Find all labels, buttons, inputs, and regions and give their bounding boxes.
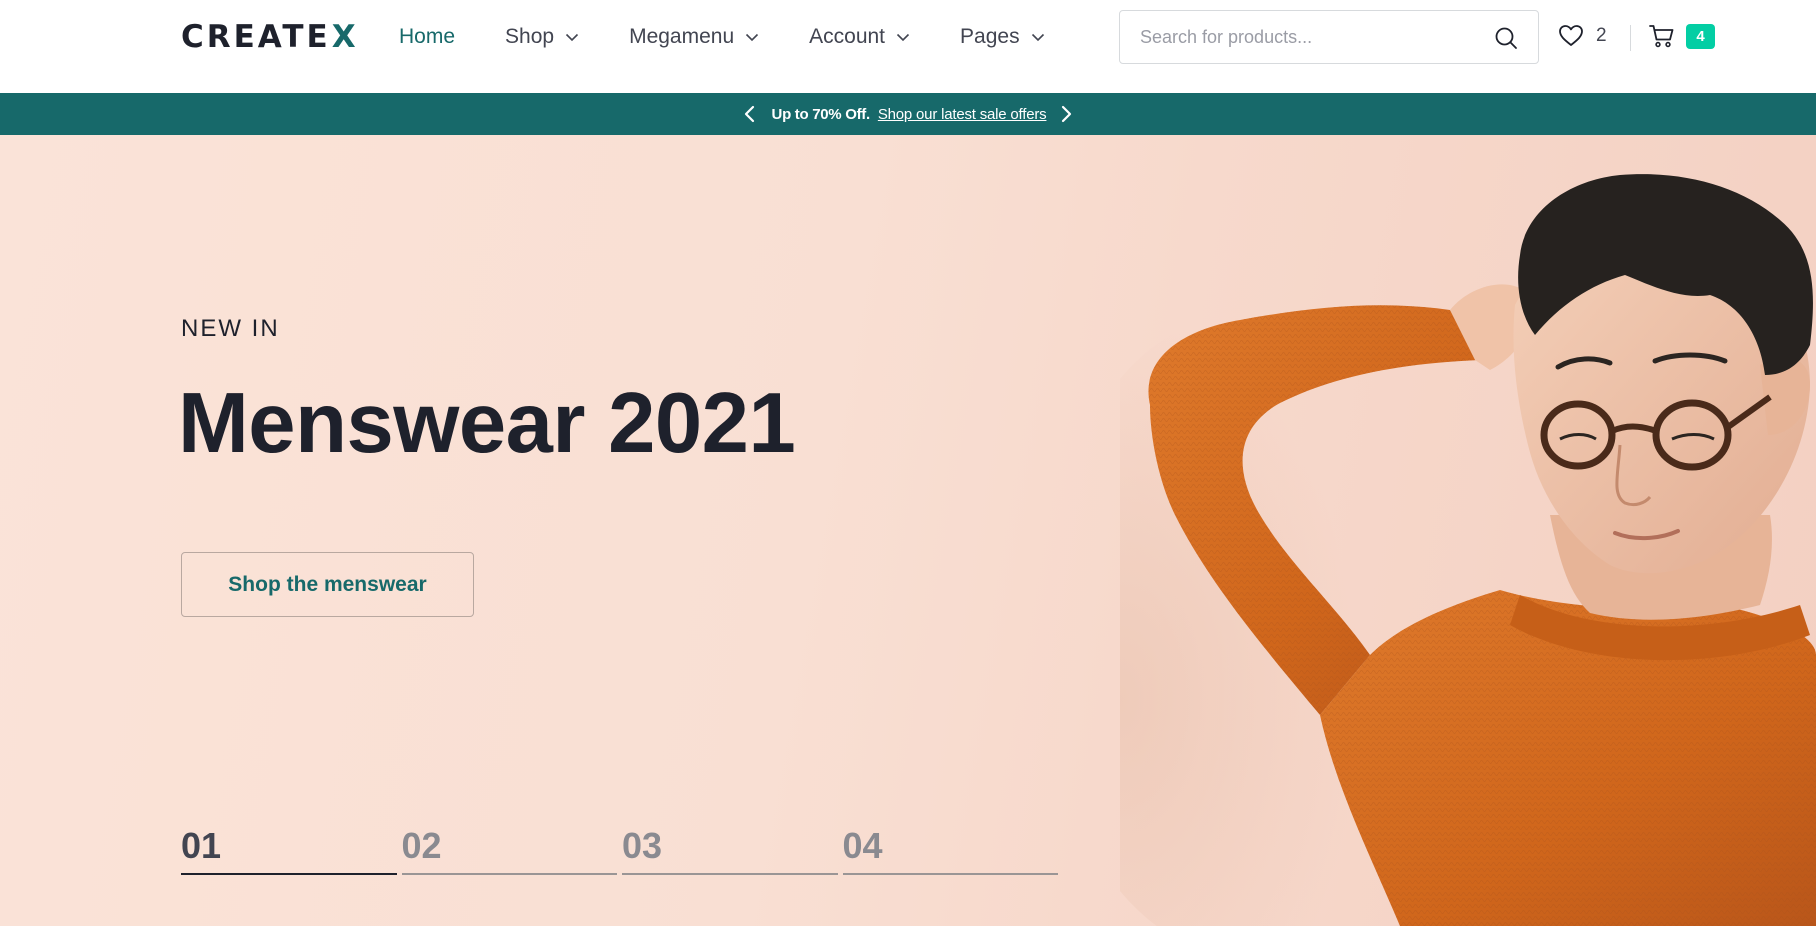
wishlist-count: 2 (1596, 25, 1607, 46)
chevron-down-icon (566, 33, 579, 42)
slide-tab-04[interactable]: 04 (842, 825, 1058, 875)
logo[interactable]: CREATE X (181, 19, 359, 55)
wishlist-button[interactable]: 2 (1558, 23, 1607, 49)
nav-item-pages[interactable]: Pages (960, 25, 1045, 49)
cart-icon (1649, 25, 1674, 48)
hero-eyebrow: NEW IN (181, 315, 280, 342)
hero-title: Menswear 2021 (178, 376, 796, 471)
search-box (1119, 10, 1539, 64)
slide-tab-number: 01 (181, 825, 222, 866)
site-header: CREATE X Home Shop Megamenu Account Pages… (0, 0, 1816, 93)
nav-item-label: Megamenu (629, 25, 735, 48)
logo-accent: X (331, 19, 359, 55)
shop-menswear-button[interactable]: Shop the menswear (181, 552, 474, 617)
nav-item-shop[interactable]: Shop (505, 25, 579, 49)
hero-model-image (1120, 174, 1816, 926)
slide-tab-03[interactable]: 03 (622, 825, 838, 875)
slide-tab-02[interactable]: 02 (401, 825, 617, 875)
slide-tab-number: 04 (842, 825, 883, 866)
header-divider (1630, 25, 1631, 51)
promo-link[interactable]: Shop our latest sale offers (878, 106, 1047, 123)
slide-progress-bar (622, 873, 838, 875)
nav-item-label: Account (809, 25, 886, 48)
chevron-down-icon (896, 33, 910, 42)
main-nav: Home Shop Megamenu Account Pages (399, 18, 1095, 56)
promo-headline: Up to 70% Off. (771, 105, 871, 123)
chevron-left-icon[interactable] (742, 105, 758, 123)
hero-slider: NEW IN Menswear 2021 Shop the menswear 0… (0, 135, 1816, 926)
heart-icon (1559, 25, 1583, 46)
nav-item-account[interactable]: Account (809, 25, 910, 49)
nav-item-megamenu[interactable]: Megamenu (629, 25, 759, 49)
slide-pagination: 01 02 03 04 (181, 825, 1063, 875)
chevron-down-icon (746, 33, 759, 42)
slide-tab-number: 02 (401, 825, 442, 866)
nav-item-label: Shop (505, 25, 555, 48)
slide-tab-number: 03 (622, 825, 663, 866)
search-input[interactable] (1140, 11, 1480, 63)
slide-progress-bar (842, 873, 1058, 875)
chevron-down-icon (1031, 33, 1044, 42)
nav-item-label: Home (399, 25, 456, 48)
slide-tab-01[interactable]: 01 (181, 825, 397, 875)
slide-progress-bar (401, 873, 617, 875)
slide-progress-bar (181, 873, 397, 875)
logo-text: CREATE (181, 19, 331, 55)
chevron-right-icon[interactable] (1058, 105, 1074, 123)
nav-item-home[interactable]: Home (399, 25, 455, 49)
promo-bar: Up to 70% Off. Shop our latest sale offe… (0, 93, 1816, 135)
nav-item-label: Pages (960, 25, 1020, 48)
cart-count-badge: 4 (1686, 23, 1715, 49)
cart-button[interactable]: 4 (1648, 22, 1715, 50)
search-icon[interactable] (1494, 26, 1518, 50)
